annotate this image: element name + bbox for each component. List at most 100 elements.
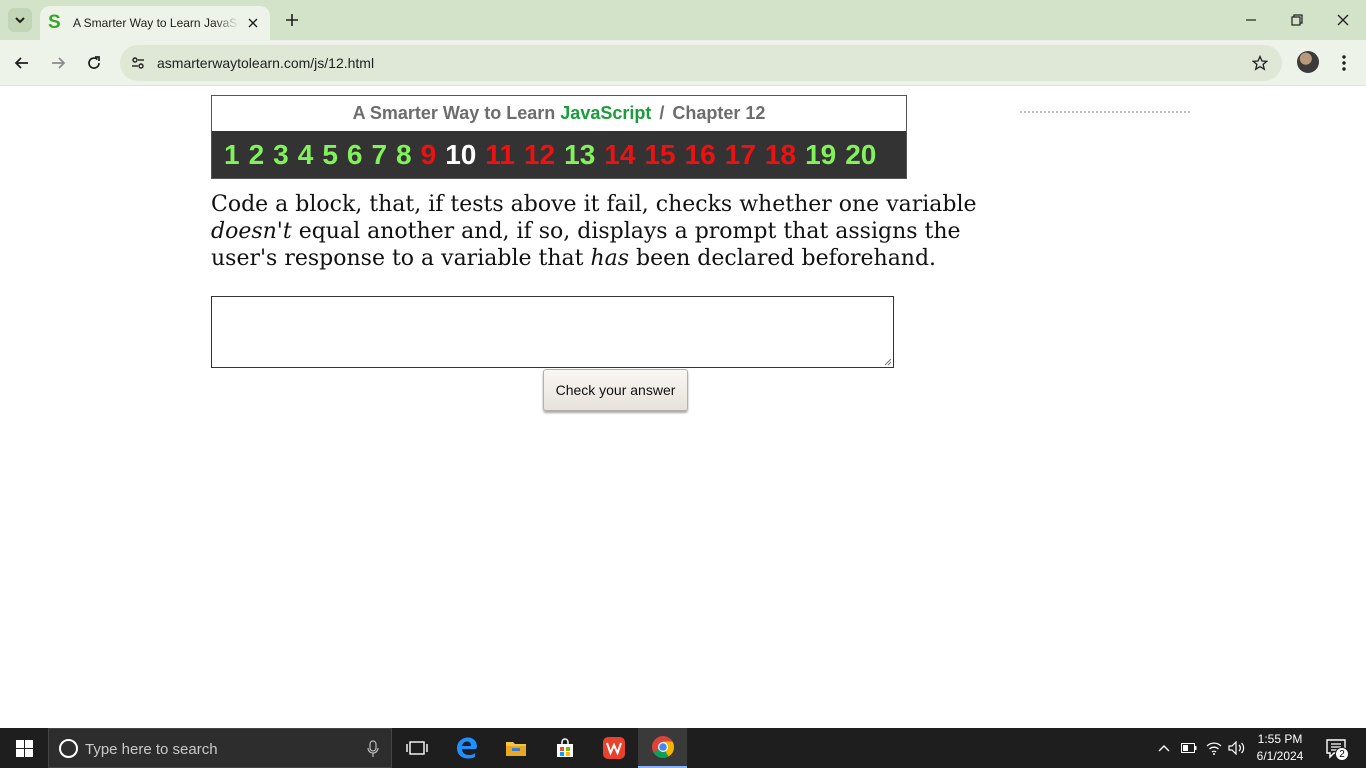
search-placeholder: Type here to search xyxy=(85,741,218,758)
windows-logo-icon xyxy=(15,739,33,757)
plus-icon xyxy=(286,14,298,26)
instruction-emphasis: has xyxy=(590,246,630,271)
more-vertical-icon xyxy=(1342,55,1346,71)
profile-avatar[interactable] xyxy=(1297,51,1319,73)
check-answer-button[interactable]: Check your answer xyxy=(543,369,688,411)
tab-close-button[interactable] xyxy=(244,14,262,32)
file-explorer-taskbar-button[interactable] xyxy=(491,728,540,768)
wps-office-taskbar-button[interactable] xyxy=(589,728,638,768)
address-bar[interactable]: asmarterwaytolearn.com/js/12.html xyxy=(120,45,1282,81)
close-icon xyxy=(1337,14,1349,26)
tab-search-button[interactable] xyxy=(8,8,32,32)
chapter-link[interactable]: 20 xyxy=(845,140,876,169)
chapter-link[interactable]: 9 xyxy=(421,140,437,169)
instruction-text: been declared beforehand. xyxy=(629,246,937,271)
exercise-instructions: Code a block, that, if tests above it fa… xyxy=(211,191,1011,272)
close-icon xyxy=(248,18,258,28)
notification-count-badge: 2 xyxy=(1335,747,1349,761)
browser-tab-bar: S A Smarter Way to Learn JavaScript xyxy=(0,0,1366,40)
task-view-button[interactable] xyxy=(392,728,441,768)
taskbar-search-box[interactable]: Type here to search xyxy=(48,728,392,768)
speaker-icon xyxy=(1228,741,1245,755)
chapter-link[interactable]: 15 xyxy=(644,140,675,169)
edge-taskbar-button[interactable] xyxy=(442,728,491,768)
chapter-link[interactable]: 14 xyxy=(604,140,635,169)
chapter-link-current: 10 xyxy=(445,138,477,170)
arrow-right-icon xyxy=(52,57,66,69)
chapter-link[interactable]: 3 xyxy=(273,140,289,169)
volume-button[interactable] xyxy=(1227,738,1247,758)
show-hidden-icons-button[interactable] xyxy=(1154,738,1174,758)
close-window-button[interactable] xyxy=(1331,8,1355,32)
new-tab-button[interactable] xyxy=(282,10,302,30)
title-highlight-link[interactable]: JavaScript xyxy=(560,103,651,124)
active-tab[interactable]: S A Smarter Way to Learn JavaScript xyxy=(40,6,270,40)
instruction-text: Code a block, that, if tests above it fa… xyxy=(211,192,977,217)
reload-icon xyxy=(88,56,100,69)
restore-button[interactable] xyxy=(1285,8,1309,32)
edge-icon xyxy=(456,737,477,759)
chapter-link[interactable]: 13 xyxy=(564,140,595,169)
title-separator: / xyxy=(659,103,665,123)
site-favicon-icon: S xyxy=(48,12,61,33)
clock-date: 6/1/2024 xyxy=(1256,749,1304,763)
chevron-down-icon xyxy=(15,17,25,24)
browser-toolbar: asmarterwaytolearn.com/js/12.html xyxy=(0,40,1366,86)
title-prefix: A Smarter Way to Learn xyxy=(352,103,556,123)
chapter-link[interactable]: 19 xyxy=(805,140,836,169)
chapter-label: Chapter 12 xyxy=(672,103,766,123)
chapter-link[interactable]: 16 xyxy=(685,140,716,169)
chapter-link[interactable]: 18 xyxy=(765,140,796,169)
chapter-link[interactable]: 4 xyxy=(298,140,314,169)
minimize-icon xyxy=(1246,19,1256,21)
cortana-icon xyxy=(59,739,78,758)
forward-button[interactable] xyxy=(46,51,70,75)
chapter-link[interactable]: 11 xyxy=(485,140,515,169)
reload-button[interactable] xyxy=(82,51,106,75)
network-button[interactable] xyxy=(1204,738,1224,758)
store-icon xyxy=(556,738,573,757)
chevron-up-icon xyxy=(1158,745,1170,752)
start-button[interactable] xyxy=(0,728,48,768)
chapter-link[interactable]: 6 xyxy=(347,140,363,169)
store-taskbar-button[interactable] xyxy=(540,728,589,768)
answer-textarea[interactable] xyxy=(211,296,894,368)
chapter-link[interactable]: 17 xyxy=(725,140,756,169)
resize-grip-icon[interactable] xyxy=(884,358,892,366)
browser-menu-button[interactable] xyxy=(1334,51,1354,75)
battery-button[interactable] xyxy=(1179,738,1199,758)
page-content: A Smarter Way to Learn JavaScript / Chap… xyxy=(0,87,1366,728)
wifi-icon xyxy=(1206,742,1222,755)
clock-time: 1:55 PM xyxy=(1257,732,1303,746)
wps-office-icon xyxy=(602,737,625,759)
microphone-icon[interactable] xyxy=(367,740,379,758)
chapter-link[interactable]: 7 xyxy=(371,140,387,169)
chapter-link[interactable]: 1 xyxy=(224,140,240,169)
tune-icon xyxy=(132,57,144,69)
chrome-icon xyxy=(651,736,674,758)
taskbar: Type here to search 1:55 PM 6/1/2024 2 xyxy=(0,728,1366,768)
exercise-navigation: 1 2 3 4 5 6 7 8 9 10 11 12 13 14 15 16 17 18 19 20 xyxy=(212,131,906,178)
chapter-link[interactable]: 5 xyxy=(322,140,338,169)
star-icon xyxy=(1252,55,1268,71)
battery-icon xyxy=(1181,743,1197,753)
folder-icon xyxy=(505,742,526,756)
system-clock[interactable]: 1:55 PM 6/1/2024 xyxy=(1247,731,1313,765)
bookmark-button[interactable] xyxy=(1250,53,1270,73)
task-view-icon xyxy=(405,741,428,755)
minimize-button[interactable] xyxy=(1239,8,1263,32)
site-info-button[interactable] xyxy=(128,53,148,73)
chapter-link[interactable]: 8 xyxy=(396,140,412,169)
decorative-dotted-line xyxy=(1020,111,1190,113)
back-button[interactable] xyxy=(10,51,34,75)
chapter-link[interactable]: 2 xyxy=(249,140,265,169)
instruction-emphasis: doesn't xyxy=(211,219,292,244)
chrome-taskbar-button[interactable] xyxy=(638,728,687,768)
tab-title: A Smarter Way to Learn JavaScript xyxy=(73,16,239,30)
course-header: A Smarter Way to Learn JavaScript / Chap… xyxy=(211,95,907,179)
arrow-left-icon xyxy=(14,57,28,69)
restore-icon xyxy=(1291,14,1303,26)
page-title: A Smarter Way to Learn JavaScript / Chap… xyxy=(212,96,906,131)
url-text[interactable]: asmarterwaytolearn.com/js/12.html xyxy=(157,55,374,71)
chapter-link[interactable]: 12 xyxy=(524,140,555,169)
